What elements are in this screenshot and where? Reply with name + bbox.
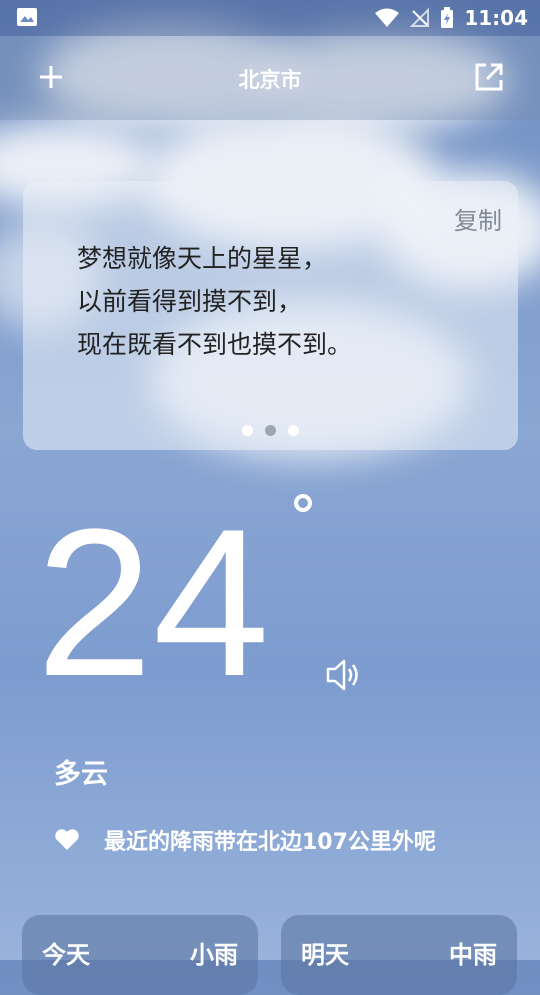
quote-card[interactable]: 复制 梦想就像天上的星星， 以前看得到摸不到， 现在既看不到也摸不到。 — [23, 181, 518, 450]
quote-line: 现在既看不到也摸不到。 — [77, 330, 353, 359]
page-dot[interactable] — [288, 425, 299, 436]
rain-tip: 最近的降雨带在北边107公里外呢 — [54, 824, 436, 856]
forecast-day: 明天 — [301, 941, 349, 969]
page-indicator — [23, 425, 518, 436]
forecast-card-tomorrow[interactable]: 明天 中雨 — [281, 915, 517, 995]
battery-charging-icon — [441, 7, 454, 28]
weather-condition: 多云 — [54, 759, 108, 790]
image-icon — [17, 8, 37, 26]
forecast-card-today[interactable]: 今天 小雨 — [22, 915, 258, 995]
forecast-day: 今天 — [42, 941, 90, 969]
quote-text: 梦想就像天上的星星， 以前看得到摸不到， 现在既看不到也摸不到。 — [77, 237, 352, 366]
open-external-icon[interactable] — [472, 60, 506, 94]
city-title[interactable]: 北京市 — [0, 64, 540, 94]
page-dot-active[interactable] — [265, 425, 276, 436]
degree-symbol — [294, 494, 312, 512]
forecast-condition: 小雨 — [190, 941, 238, 969]
status-time: 11:04 — [464, 6, 528, 30]
quote-line: 梦想就像天上的星星， — [77, 244, 328, 273]
status-bar: 11:04 — [0, 0, 540, 36]
wifi-icon — [375, 8, 400, 27]
temperature-value: 24 — [36, 485, 270, 720]
heart-icon — [55, 829, 79, 850]
page-dot[interactable] — [242, 425, 253, 436]
copy-button[interactable]: 复制 — [454, 201, 502, 236]
speaker-icon[interactable] — [324, 656, 364, 694]
tip-text: 最近的降雨带在北边107公里外呢 — [104, 830, 436, 855]
forecast-condition: 中雨 — [449, 941, 497, 969]
no-signal-icon — [410, 8, 430, 27]
app-bar: 北京市 — [0, 36, 540, 120]
quote-line: 以前看得到摸不到， — [77, 287, 303, 316]
